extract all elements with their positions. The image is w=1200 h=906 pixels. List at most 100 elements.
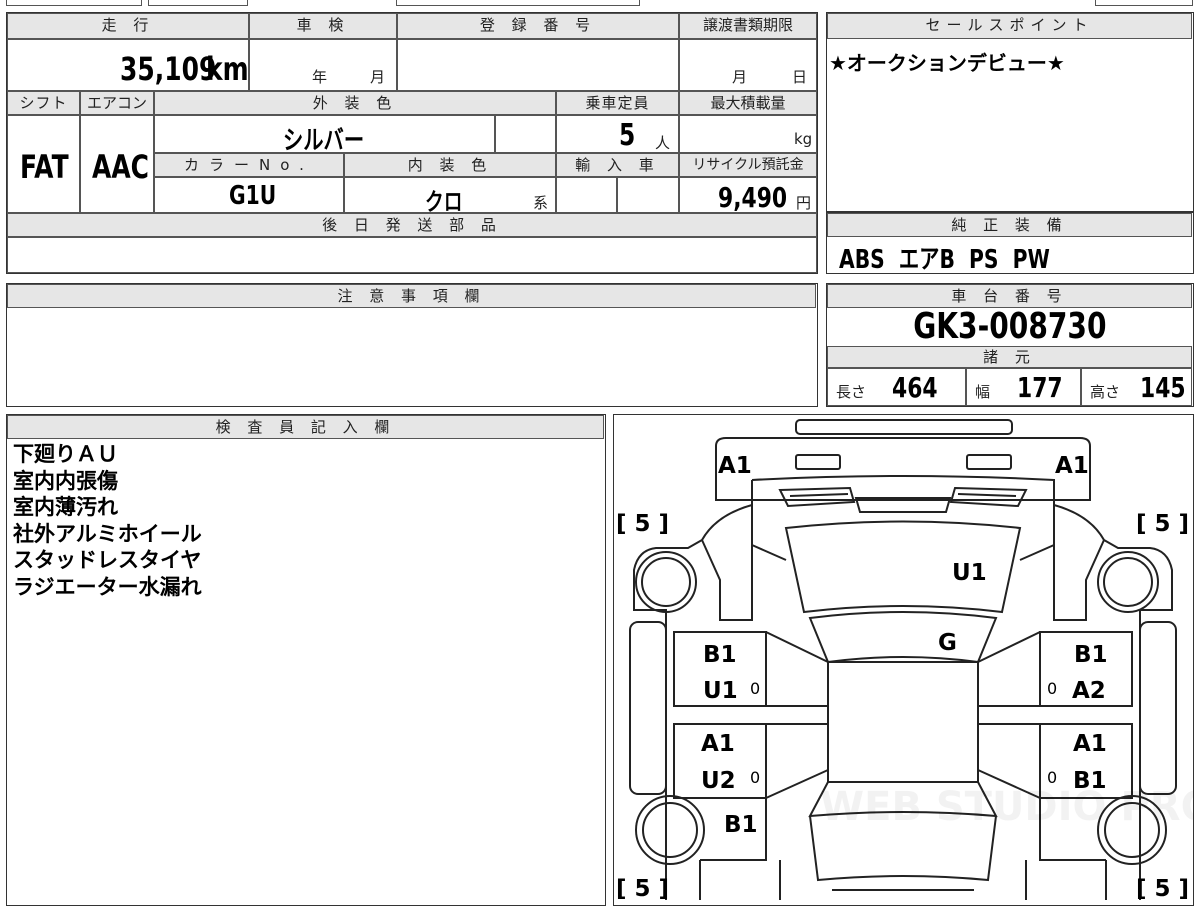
cowl-shape — [789, 492, 848, 497]
transfer-day-unit: 日 — [792, 68, 808, 86]
front-grille-shape — [714, 436, 1091, 501]
shift-cell: FAT — [7, 115, 80, 213]
tread-front-left: [ 5 ] — [616, 511, 669, 537]
wheel-front-left-shape — [634, 550, 697, 613]
wheel-front-left-shape — [640, 556, 691, 607]
wheel-front-right-shape — [1102, 556, 1153, 607]
notes-header: 注 意 事 項 欄 — [7, 284, 816, 308]
front-bumper-shape — [794, 418, 1013, 435]
tread-rear-right: [ 5 ] — [1136, 876, 1189, 902]
left-rear-damage: B1 — [724, 812, 758, 838]
transfer-deadline-cell: 月 日 — [679, 39, 817, 91]
color-no-header: カラーNo. — [154, 153, 344, 177]
front-left-damage: A1 — [718, 453, 752, 479]
height-label: 高さ — [1090, 383, 1121, 401]
capacity-header: 乗車定員 — [556, 91, 679, 115]
left-a-pillar-shape — [750, 504, 786, 561]
sales-point-header: セールスポイント — [827, 13, 1192, 39]
max-load-unit: kg — [794, 130, 813, 148]
exterior-color-extra-cell — [495, 115, 556, 153]
color-no-value: G1U — [229, 181, 277, 211]
capacity-value: 5 — [619, 118, 636, 153]
exterior-color-header: 外 装 色 — [154, 91, 556, 115]
left-rear-door-damage-1: A1 — [701, 731, 735, 757]
watermark-text: WEB STUDIO PRO — [820, 784, 1194, 830]
left-side-shape — [700, 539, 753, 621]
equipment-items-text: ABS エアB PS PW — [839, 245, 1050, 275]
width-label: 幅 — [975, 383, 991, 401]
left-front-door-damage-1: B1 — [703, 642, 737, 668]
zero-mark: 0 — [1047, 679, 1057, 698]
top-strip-cell — [396, 0, 640, 6]
height-cell: 高さ 145 — [1081, 368, 1192, 406]
exterior-color-cell: シルバー — [154, 115, 495, 156]
aircon-cell: AAC — [80, 115, 154, 213]
right-side-shape — [1052, 539, 1105, 621]
import-cell-b — [617, 177, 679, 213]
cowl-shape — [949, 486, 1028, 507]
transfer-deadline-header: 譲渡書類期限 — [679, 13, 817, 39]
inspection-month-unit: 月 — [370, 68, 386, 86]
headlight-right-shape — [965, 453, 1012, 470]
recycle-value: 9,490 — [718, 181, 788, 214]
chassis-box: 車 台 番 号 GK3-008730 諸 元 長さ 464 幅 177 高さ 1… — [826, 283, 1194, 407]
max-load-header: 最大積載量 — [679, 91, 817, 115]
vehicle-info-table: 走 行 車 検 登 録 番 号 譲渡書類期限 35,109 km 年 月 月 日… — [6, 12, 818, 274]
recycle-unit: 円 — [796, 194, 812, 212]
hood-damage: U1 — [952, 560, 987, 586]
mileage-cell: 35,109 km — [7, 39, 249, 91]
interior-color-value: クロ — [425, 188, 463, 216]
chassis-number: GK3-008730 — [912, 306, 1107, 347]
wheel-front-right-shape — [1096, 550, 1159, 613]
interior-color-header: 内 装 色 — [344, 153, 556, 177]
inspector-lines: 下廻りＡＵ 室内内張傷 室内薄汚れ 社外アルミホイール スタッドレスタイヤ ラジ… — [13, 441, 202, 600]
windshield-damage: G — [938, 630, 957, 656]
mileage-header: 走 行 — [7, 13, 249, 39]
length-label: 長さ — [836, 383, 867, 401]
left-front-door-damage-2: U1 — [703, 678, 738, 704]
equipment-header: 純 正 装 備 — [827, 213, 1192, 237]
left-rear-door-damage-2: U2 — [701, 768, 736, 794]
car-diagram-box: WEB STUDIO PRO [ 5 ] [ 5 ] [ 5 ] [ 5 ] A… — [613, 414, 1194, 906]
shift-value: FAT — [20, 148, 69, 186]
interior-color-suffix: 系 — [533, 194, 549, 212]
import-header: 輸 入 車 — [556, 153, 679, 177]
left-front-fender-shape — [628, 620, 667, 795]
top-strip-cell — [6, 0, 142, 6]
width-value: 177 — [1017, 371, 1063, 404]
cowl-shape — [777, 486, 855, 507]
interior-color-cell: クロ 系 — [344, 177, 556, 216]
registration-cell — [397, 39, 679, 91]
aircon-header: エアコン — [80, 91, 154, 115]
chassis-header: 車 台 番 号 — [827, 284, 1192, 308]
import-cell-a — [556, 177, 617, 213]
mileage-value: 35,109 — [120, 50, 217, 88]
inspector-box: 検 査 員 記 入 欄 下廻りＡＵ 室内内張傷 室内薄汚れ 社外アルミホイール … — [6, 414, 606, 906]
recycle-cell: 9,490 円 — [679, 177, 817, 214]
tread-rear-left: [ 5 ] — [616, 876, 669, 902]
right-front-fender-shape — [1138, 620, 1177, 795]
tread-front-right: [ 5 ] — [1136, 511, 1189, 537]
front-right-damage: A1 — [1055, 453, 1089, 479]
capacity-unit: 人 — [655, 134, 671, 152]
shift-header: シフト — [7, 91, 80, 115]
max-load-cell: kg — [679, 115, 817, 153]
cowl-shape — [957, 492, 1016, 497]
inspection-year-unit: 年 — [312, 68, 328, 86]
wheel-rear-left-shape — [641, 801, 698, 858]
inspector-line: スタッドレスタイヤ — [13, 548, 202, 572]
sales-point-box: セールスポイント ★オークションデビュー★ — [826, 12, 1194, 212]
sales-point-text: ★オークションデビュー★ — [829, 51, 1065, 75]
color-no-cell: G1U — [154, 177, 344, 213]
registration-header: 登 録 番 号 — [397, 13, 679, 39]
length-value: 464 — [892, 371, 938, 404]
inspector-line: 室内内張傷 — [13, 468, 118, 493]
windshield-shape — [808, 610, 997, 663]
inspector-line: ラジエーター水漏れ — [13, 574, 202, 599]
inspector-line: 室内薄汚れ — [13, 495, 118, 519]
inspection-cell: 年 月 — [249, 39, 397, 91]
wheel-rear-left-shape — [634, 794, 705, 865]
zero-mark: 0 — [750, 679, 760, 698]
exterior-color-value: シルバー — [283, 126, 365, 156]
mileage-unit: km — [206, 50, 249, 88]
